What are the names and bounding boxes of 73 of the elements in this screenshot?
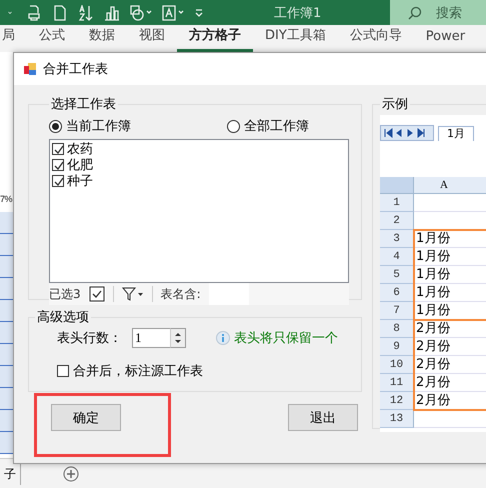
row-number: 13 <box>380 410 414 428</box>
column-header: A <box>414 177 486 194</box>
table-cell: 1月份 <box>416 249 450 264</box>
ribbon-tab[interactable]: 局 <box>0 26 27 52</box>
row-number: 4 <box>380 248 414 266</box>
table-cell: 1月份 <box>416 267 450 282</box>
table-cell: 2月份 <box>416 321 450 336</box>
checkbox[interactable] <box>52 159 64 171</box>
document-icon[interactable] <box>52 4 68 20</box>
field-label: 表头行数： <box>57 330 122 347</box>
table-cell: 2月份 <box>416 339 450 354</box>
app-icon <box>23 62 37 76</box>
group-label: 示例 <box>381 96 409 113</box>
table-cell: 1月份 <box>416 303 450 318</box>
spin-arrows-icon[interactable] <box>170 328 186 348</box>
check-all-icon[interactable] <box>88 286 105 302</box>
workbook-title: 工作簿1 <box>274 4 322 22</box>
row-number: 2 <box>380 212 414 230</box>
row-number: 9 <box>380 338 414 356</box>
ribbon-tab[interactable]: DIY工具箱 <box>253 26 338 52</box>
sort-icon[interactable] <box>78 4 94 20</box>
radio-button[interactable] <box>49 120 62 132</box>
selected-count: 已选3 <box>49 286 81 302</box>
add-sheet-icon[interactable] <box>63 466 79 482</box>
ok-button[interactable]: 确定 <box>51 404 121 431</box>
sheet-name[interactable]: 种子 <box>67 172 93 190</box>
ribbon-tab[interactable]: 公式 <box>27 26 77 52</box>
exit-button[interactable]: 退出 <box>288 404 358 431</box>
radio-button[interactable] <box>227 120 240 132</box>
ribbon-tab[interactable]: 视图 <box>127 26 177 52</box>
row-number: 12 <box>380 392 414 410</box>
row-number: 1 <box>380 194 414 212</box>
table-cell: 1月份 <box>416 285 450 300</box>
row-number: 3 <box>380 230 414 248</box>
radio-label: 全部工作簿 <box>244 118 309 135</box>
chart-icon[interactable] <box>104 4 120 20</box>
select-all-corner <box>380 177 414 194</box>
search-field[interactable]: 搜索 <box>390 0 486 25</box>
row-number: 11 <box>380 374 414 392</box>
table-cell-text: 7% <box>0 193 13 206</box>
group-label: 选择工作表 <box>50 96 117 113</box>
print-preview-icon[interactable] <box>26 4 42 20</box>
sheet-name[interactable]: 农药 <box>67 140 93 158</box>
header-rows-field[interactable]: 1 <box>132 328 170 348</box>
ribbon-tab[interactable]: Power <box>414 29 478 52</box>
checkbox[interactable] <box>52 175 64 187</box>
filter-icon[interactable] <box>122 286 144 302</box>
row-number: 6 <box>380 284 414 302</box>
search-icon <box>408 6 422 20</box>
row-number: 8 <box>380 320 414 338</box>
name-filter-field[interactable] <box>208 283 249 305</box>
checkbox[interactable] <box>57 365 69 377</box>
checkbox[interactable] <box>52 143 64 155</box>
group-label: 高级选项 <box>36 309 90 326</box>
shapes-icon[interactable] <box>130 4 152 20</box>
table-cell: 2月份 <box>416 375 450 390</box>
hint-text: 表头将只保留一个 <box>234 330 338 347</box>
row-number: 5 <box>380 266 414 284</box>
sheet-name[interactable]: 化肥 <box>67 156 93 174</box>
table-cell: 2月份 <box>416 393 450 408</box>
table-cell: 1月份 <box>416 231 450 246</box>
dialog-title: 合并工作表 <box>43 61 108 78</box>
sheet-nav-icon <box>380 125 434 141</box>
row-number: 10 <box>380 356 414 374</box>
text-box-icon[interactable] <box>162 4 184 20</box>
checkbox-label: 合并后，标注源工作表 <box>73 363 203 380</box>
table-cell: 2月份 <box>416 357 450 372</box>
radio-label: 当前工作簿 <box>66 118 131 135</box>
filter-label: 表名含: <box>160 286 201 302</box>
info-icon <box>216 331 230 345</box>
row-number: 7 <box>380 302 414 320</box>
ribbon-tab[interactable]: 公式向导 <box>338 26 414 52</box>
ribbon-tab[interactable]: 数据 <box>77 26 127 52</box>
